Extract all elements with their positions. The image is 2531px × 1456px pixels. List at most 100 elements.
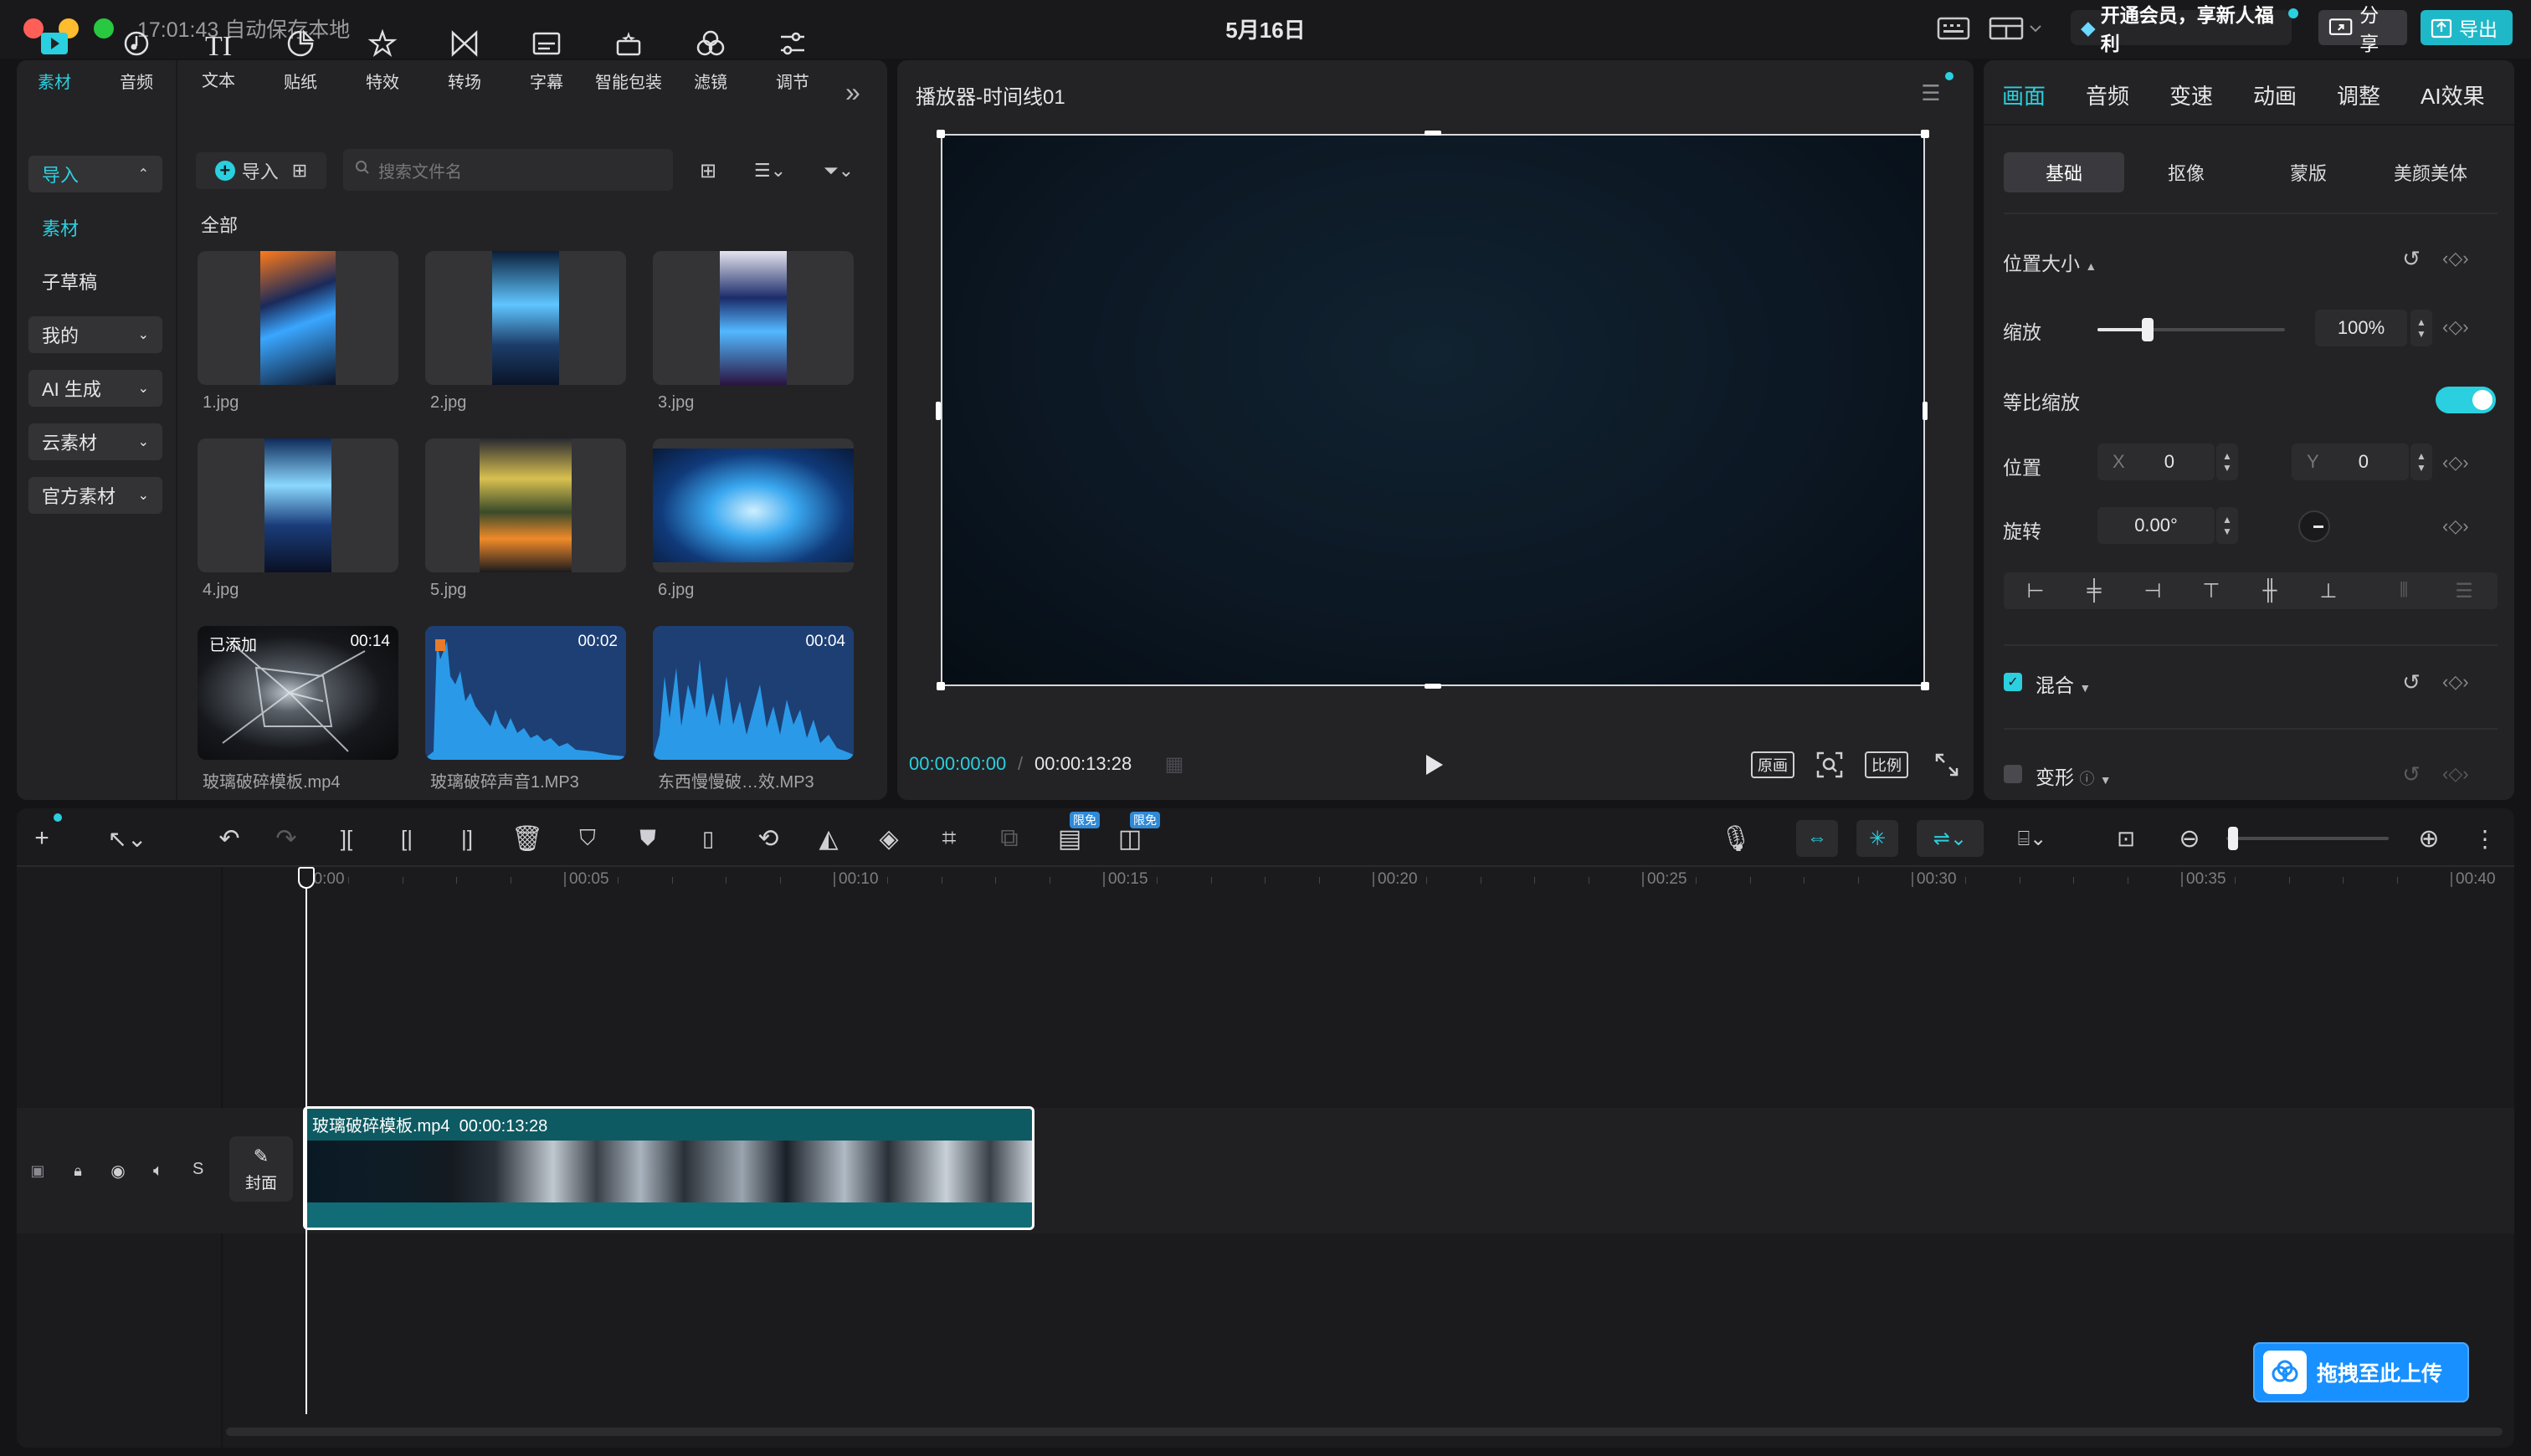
resize-handle[interactable]: [1921, 682, 1929, 690]
linkage-icon[interactable]: ⇌⌄: [1917, 820, 1984, 857]
preview-axis-icon[interactable]: ⌸⌄: [2000, 820, 2064, 857]
video-clip[interactable]: 玻璃破碎模板.mp4 00:00:13:28: [303, 1106, 1034, 1230]
scale-slider[interactable]: [2097, 318, 2285, 341]
cover-button[interactable]: ✎ 封面: [229, 1136, 293, 1202]
toolbar-tab-media[interactable]: 素材: [18, 7, 90, 115]
select-tool-icon[interactable]: ↖⌄: [94, 820, 161, 857]
toolbar-tab-subtitle[interactable]: 字幕: [511, 7, 583, 115]
trim-right-icon[interactable]: |]: [449, 820, 485, 857]
track-video-icon[interactable]: ▣: [25, 1158, 50, 1183]
align-center-h-icon[interactable]: ╪: [2077, 576, 2111, 606]
subtab-basic[interactable]: 基础: [2004, 152, 2124, 192]
crop-icon[interactable]: ⌗: [931, 820, 968, 857]
keyframe-icon[interactable]: ‹◇›: [2442, 763, 2469, 785]
blend-section[interactable]: 混合 ▼: [2036, 669, 2091, 698]
toolbar-tab-sticker[interactable]: 贴纸: [264, 7, 336, 115]
inspector-tab-video[interactable]: 画面: [2002, 79, 2046, 110]
keyframe-icon[interactable]: ‹◇›: [2442, 316, 2469, 338]
split-icon[interactable]: ][: [328, 820, 365, 857]
zoom-slider-knob[interactable]: [2227, 827, 2238, 850]
inspector-tab-ai-effects[interactable]: AI效果: [2421, 79, 2485, 110]
zoom-in-icon[interactable]: ⊕: [2410, 820, 2447, 857]
mark-icon[interactable]: ⛉: [569, 820, 606, 857]
align-right-icon[interactable]: ⊣: [2136, 576, 2169, 606]
toolbar-tab-smart-pack[interactable]: 智能包装: [593, 7, 665, 115]
toolbar-tab-adjust[interactable]: 调节: [757, 7, 829, 115]
sort-icon[interactable]: ☰⌄: [747, 156, 793, 186]
vip-promo-button[interactable]: ◆ 开通会员，享新人福利: [2071, 4, 2292, 54]
waveform-toggle-icon[interactable]: ▦: [1155, 750, 1194, 778]
upload-drop-button[interactable]: 拖拽至此上传: [2253, 1342, 2469, 1402]
inspector-tab-animation[interactable]: 动画: [2253, 79, 2297, 110]
sidebar-item-sub-draft[interactable]: 子草稿: [28, 263, 162, 300]
toolbar-tab-text[interactable]: TI 文本: [182, 7, 254, 115]
zoom-out-icon[interactable]: ⊖: [2171, 820, 2208, 857]
subtab-mask[interactable]: 蒙版: [2248, 152, 2369, 192]
media-thumb-6[interactable]: [653, 438, 854, 572]
resize-handle[interactable]: [937, 130, 945, 138]
media-thumb-1[interactable]: [198, 251, 398, 385]
align-top-icon[interactable]: ⊤: [2195, 576, 2228, 606]
inspector-tab-audio[interactable]: 音频: [2086, 79, 2129, 110]
visibility-icon[interactable]: ◉: [105, 1158, 131, 1183]
blend-checkbox[interactable]: ✓: [2004, 673, 2022, 691]
media-thumb-video[interactable]: 已添加 00:14: [198, 626, 398, 760]
trim-left-icon[interactable]: [|: [388, 820, 425, 857]
delete-icon[interactable]: 🗑: [509, 820, 546, 857]
inspector-tab-adjust[interactable]: 调整: [2337, 79, 2380, 110]
keyframe-icon[interactable]: ‹◇›: [2442, 452, 2469, 474]
media-search-input[interactable]: 搜索文件名: [343, 149, 673, 191]
zoom-fit-icon[interactable]: [1813, 748, 1846, 782]
sidebar-item-official[interactable]: 官方素材 ⌄: [28, 477, 162, 514]
toolbar-tab-audio[interactable]: 音频: [100, 7, 172, 115]
reset-icon[interactable]: ↺: [2399, 244, 2424, 273]
resize-handle[interactable]: [1425, 684, 1441, 689]
reset-icon[interactable]: ↺: [2399, 760, 2424, 788]
export-button[interactable]: 导出: [2421, 10, 2513, 45]
rotate-stepper[interactable]: ▲ ▼: [2216, 507, 2238, 544]
media-thumb-2[interactable]: [425, 251, 626, 385]
playhead-handle[interactable]: [298, 867, 315, 889]
scale-slider-knob[interactable]: [2142, 318, 2154, 341]
section-position-size[interactable]: 位置大小 ▲: [2003, 248, 2097, 276]
player-menu-icon[interactable]: ☰: [1917, 79, 1945, 107]
shortcut-keyboard-icon[interactable]: [1935, 12, 1972, 45]
resize-handle[interactable]: [1921, 130, 1929, 138]
scale-stepper[interactable]: ▲ ▼: [2410, 310, 2432, 346]
snap-icon[interactable]: ✳: [1856, 820, 1898, 857]
position-x-input[interactable]: X 0: [2097, 443, 2215, 480]
keyframe-icon[interactable]: ‹◇›: [2442, 515, 2469, 537]
position-x-stepper[interactable]: ▲ ▼: [2216, 443, 2238, 480]
microphone-icon[interactable]: 🎙: [1717, 820, 1754, 857]
toolbar-tab-filter[interactable]: 滤镜: [675, 7, 747, 115]
sidebar-import[interactable]: 导入 ⌃: [28, 156, 162, 192]
scale-input[interactable]: 100%: [2315, 310, 2407, 346]
rotation-dial[interactable]: [2298, 510, 2330, 542]
media-thumb-5[interactable]: [425, 438, 626, 572]
rotate-input[interactable]: 0.00°: [2097, 507, 2215, 544]
picture-in-picture-icon[interactable]: ⧉: [991, 820, 1028, 857]
fit-timeline-icon[interactable]: ⊡: [2107, 820, 2144, 857]
main-track-magnet-icon[interactable]: ⇔: [1796, 820, 1838, 857]
toolbar-tab-effects[interactable]: 特效: [347, 7, 418, 115]
position-y-stepper[interactable]: ▲ ▼: [2410, 443, 2432, 480]
transform-checkbox[interactable]: [2004, 765, 2022, 783]
media-thumb-audio-1[interactable]: 00:02: [425, 626, 626, 760]
play-button[interactable]: [1421, 750, 1446, 780]
media-thumb-4[interactable]: [198, 438, 398, 572]
align-bottom-icon[interactable]: ⊥: [2312, 576, 2345, 606]
transform-section[interactable]: 变形 ⓘ ▼: [2036, 761, 2112, 790]
redo-icon[interactable]: ↷: [268, 820, 305, 857]
distribute-h-icon[interactable]: ⫴: [2387, 576, 2421, 606]
filter-funnel-icon[interactable]: ⏷⌄: [814, 156, 864, 186]
keyframe-icon[interactable]: ‹◇›: [2442, 248, 2469, 269]
resize-handle[interactable]: [1923, 402, 1928, 420]
reverse-icon[interactable]: ⟲: [750, 820, 787, 857]
rotate-clip-icon[interactable]: ◈: [870, 820, 907, 857]
position-y-input[interactable]: Y 0: [2292, 443, 2409, 480]
resize-handle[interactable]: [1425, 131, 1441, 136]
distribute-v-icon[interactable]: ☰: [2447, 576, 2481, 606]
mirror-icon[interactable]: ◭: [810, 820, 847, 857]
timeline-zoom-slider[interactable]: [2226, 827, 2389, 850]
preview-canvas[interactable]: [941, 134, 1925, 686]
